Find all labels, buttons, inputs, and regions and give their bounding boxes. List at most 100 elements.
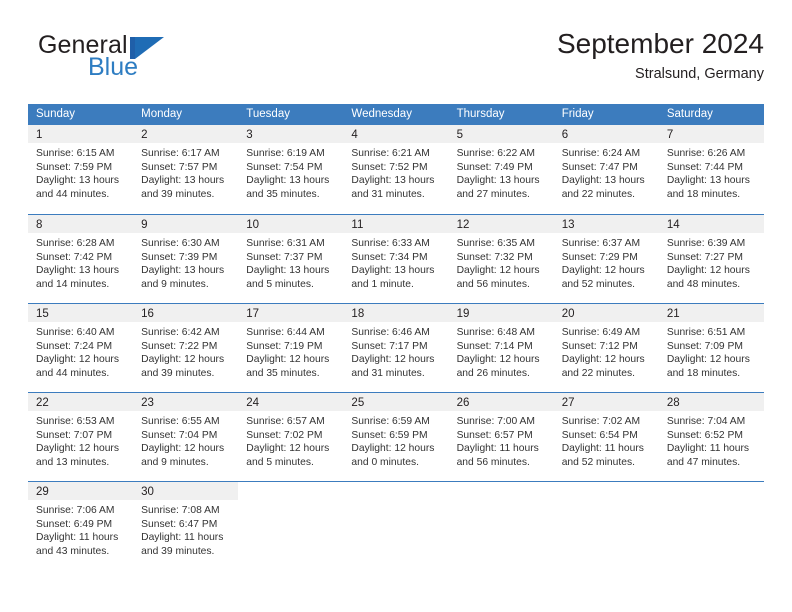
day-number-band: 7 — [658, 125, 764, 143]
day-cell[interactable]: 29 Sunrise: 7:06 AM Sunset: 6:49 PM Dayligh… — [28, 482, 134, 570]
sunrise-line: Sunrise: 6:44 AM — [246, 327, 325, 338]
day-number: 2 — [141, 129, 148, 141]
day-details: Sunrise: 6:33 AM Sunset: 7:34 PM Daylight:… — [343, 233, 448, 291]
day-cell[interactable]: 14 Sunrise: 6:39 AM Sunset: 7:27 PM Dayligh… — [658, 215, 764, 303]
sunrise-line: Sunrise: 7:04 AM — [666, 416, 746, 427]
day-number-band: 15 — [28, 304, 134, 322]
daylight-line-2: and 1 minute. — [351, 278, 414, 290]
day-header-tuesday: Tuesday — [246, 108, 290, 120]
day-number: 22 — [36, 397, 49, 409]
day-cell[interactable]: 2 Sunrise: 6:17 AM Sunset: 7:57 PM Daylight… — [133, 125, 239, 214]
day-number-band: 30 — [133, 482, 239, 500]
day-cell[interactable]: 1 Sunrise: 6:15 AM Sunset: 7:59 PM Daylight… — [28, 125, 134, 214]
daylight-line-2: and 31 minutes. — [351, 188, 425, 200]
day-cell[interactable]: 23 Sunrise: 6:55 AM Sunset: 7:04 PM Dayligh… — [133, 393, 239, 481]
daylight-line-2: and 39 minutes. — [141, 367, 215, 379]
sunset-line: Sunset: 7:09 PM — [666, 340, 743, 352]
day-cell[interactable]: 20 Sunrise: 6:49 AM Sunset: 7:12 PM Dayligh… — [553, 304, 659, 392]
day-cell[interactable]: 12 Sunrise: 6:35 AM Sunset: 7:32 PM Dayligh… — [448, 215, 554, 303]
day-cell[interactable]: 26 Sunrise: 7:00 AM Sunset: 6:57 PM Dayligh… — [448, 393, 554, 481]
day-cell[interactable]: 11 Sunrise: 6:33 AM Sunset: 7:34 PM Dayligh… — [343, 215, 449, 303]
day-details: Sunrise: 6:42 AM Sunset: 7:22 PM Daylight:… — [133, 322, 238, 380]
day-number: 25 — [351, 397, 365, 409]
daylight-line-1: Daylight: 13 hours — [36, 175, 119, 187]
sunset-line: Sunset: 6:52 PM — [666, 429, 743, 441]
sunrise-line: Sunrise: 6:37 AM — [561, 238, 641, 249]
daylight-line-1: Daylight: 13 hours — [141, 265, 225, 277]
daylight-line-1: Daylight: 13 hours — [666, 175, 750, 187]
day-details — [554, 500, 659, 504]
day-cell[interactable]: 15 Sunrise: 6:40 AM Sunset: 7:24 PM Dayligh… — [28, 304, 134, 392]
daylight-line-1: Daylight: 13 hours — [246, 175, 330, 187]
day-cell[interactable]: 28 Sunrise: 7:04 AM Sunset: 6:52 PM Dayligh… — [658, 393, 764, 481]
day-cell[interactable]: 6 Sunrise: 6:24 AM Sunset: 7:47 PM Daylight… — [553, 125, 659, 214]
day-cell[interactable]: 7 Sunrise: 6:26 AM Sunset: 7:44 PM Daylight… — [658, 125, 764, 214]
day-details: Sunrise: 6:21 AM Sunset: 7:52 PM Daylight:… — [343, 143, 448, 201]
day-details: Sunrise: 6:17 AM Sunset: 7:57 PM Daylight:… — [133, 143, 238, 201]
sunrise-line: Sunrise: 6:42 AM — [141, 327, 220, 338]
day-cell[interactable]: 13 Sunrise: 6:37 AM Sunset: 7:29 PM Dayligh… — [553, 215, 659, 303]
day-cell-empty — [658, 482, 764, 570]
day-cell[interactable]: 10 Sunrise: 6:31 AM Sunset: 7:37 PM Dayligh… — [238, 215, 344, 303]
day-cell[interactable]: 8 Sunrise: 6:28 AM Sunset: 7:42 PM Daylight… — [28, 215, 134, 303]
day-cell[interactable]: 24 Sunrise: 6:57 AM Sunset: 7:02 PM Dayligh… — [238, 393, 344, 481]
day-number-band: 8 — [28, 215, 134, 233]
day-number-band: 28 — [658, 393, 764, 411]
daylight-line-2: and 26 minutes. — [456, 367, 530, 379]
day-number-band — [238, 482, 344, 500]
day-details — [343, 500, 448, 504]
sunrise-line: Sunrise: 6:49 AM — [561, 327, 641, 338]
day-cell[interactable]: 3 Sunrise: 6:19 AM Sunset: 7:54 PM Daylight… — [238, 125, 344, 214]
sunrise-line: Sunrise: 6:35 AM — [456, 238, 535, 249]
day-cell[interactable]: 27 Sunrise: 7:02 AM Sunset: 6:54 PM Dayligh… — [553, 393, 659, 481]
daylight-line-1: Daylight: 12 hours — [246, 354, 330, 366]
day-details: Sunrise: 7:06 AM Sunset: 6:49 PM Daylight:… — [28, 500, 133, 558]
day-number-band: 21 — [658, 304, 764, 322]
daylight-line-2: and 5 minutes. — [246, 456, 314, 468]
daylight-line-1: Daylight: 12 hours — [36, 354, 119, 366]
sunset-line: Sunset: 7:57 PM — [141, 161, 218, 173]
day-cell[interactable]: 9 Sunrise: 6:30 AM Sunset: 7:39 PM Daylight… — [133, 215, 239, 303]
brand-logo[interactable]: General Blue — [28, 27, 248, 89]
daylight-line-1: Daylight: 12 hours — [561, 265, 645, 277]
daylight-line-2: and 13 minutes. — [36, 456, 110, 468]
day-cell[interactable]: 5 Sunrise: 6:22 AM Sunset: 7:49 PM Daylight… — [448, 125, 554, 214]
day-cell[interactable]: 19 Sunrise: 6:48 AM Sunset: 7:14 PM Dayligh… — [448, 304, 554, 392]
day-number-band: 11 — [343, 215, 449, 233]
week-row: 29 Sunrise: 7:06 AM Sunset: 6:49 PM Dayligh… — [28, 481, 764, 570]
day-number: 29 — [36, 486, 49, 498]
day-details: Sunrise: 6:40 AM Sunset: 7:24 PM Daylight:… — [28, 322, 133, 380]
day-details: Sunrise: 6:28 AM Sunset: 7:42 PM Daylight:… — [28, 233, 133, 291]
day-details: Sunrise: 7:08 AM Sunset: 6:47 PM Daylight:… — [133, 500, 238, 558]
sunset-line: Sunset: 7:47 PM — [561, 161, 638, 173]
sunrise-line: Sunrise: 6:53 AM — [36, 416, 115, 427]
day-cell[interactable]: 17 Sunrise: 6:44 AM Sunset: 7:19 PM Dayligh… — [238, 304, 344, 392]
sunset-line: Sunset: 7:54 PM — [246, 161, 323, 173]
day-number-band: 2 — [133, 125, 239, 143]
day-number: 10 — [246, 219, 260, 231]
day-number-band: 20 — [553, 304, 659, 322]
sunrise-line: Sunrise: 7:02 AM — [561, 416, 641, 427]
day-number: 13 — [561, 219, 575, 231]
day-cell[interactable]: 4 Sunrise: 6:21 AM Sunset: 7:52 PM Daylight… — [343, 125, 449, 214]
day-cell[interactable]: 18 Sunrise: 6:46 AM Sunset: 7:17 PM Dayligh… — [343, 304, 449, 392]
day-number: 30 — [141, 486, 154, 498]
daylight-line-1: Daylight: 12 hours — [351, 354, 435, 366]
day-details: Sunrise: 6:35 AM Sunset: 7:32 PM Daylight:… — [449, 233, 554, 291]
day-cell[interactable]: 22 Sunrise: 6:53 AM Sunset: 7:07 PM Dayligh… — [28, 393, 134, 481]
day-details: Sunrise: 6:44 AM Sunset: 7:19 PM Daylight:… — [238, 322, 343, 380]
daylight-line-1: Daylight: 12 hours — [456, 354, 540, 366]
day-number: 5 — [456, 129, 463, 141]
day-number: 24 — [246, 397, 260, 409]
sunrise-line: Sunrise: 6:21 AM — [351, 148, 430, 159]
daylight-line-1: Daylight: 13 hours — [561, 175, 645, 187]
day-cell[interactable]: 30 Sunrise: 7:08 AM Sunset: 6:47 PM Dayligh… — [133, 482, 239, 570]
day-cell[interactable]: 25 Sunrise: 6:59 AM Sunset: 6:59 PM Dayligh… — [343, 393, 449, 481]
day-cell[interactable]: 21 Sunrise: 6:51 AM Sunset: 7:09 PM Dayligh… — [658, 304, 764, 392]
day-number-band: 1 — [28, 125, 134, 143]
daylight-line-1: Daylight: 11 hours — [36, 532, 119, 544]
sunset-line: Sunset: 7:52 PM — [351, 161, 428, 173]
sunset-line: Sunset: 7:12 PM — [561, 340, 638, 352]
daylight-line-2: and 56 minutes. — [456, 456, 530, 468]
day-cell[interactable]: 16 Sunrise: 6:42 AM Sunset: 7:22 PM Dayligh… — [133, 304, 239, 392]
